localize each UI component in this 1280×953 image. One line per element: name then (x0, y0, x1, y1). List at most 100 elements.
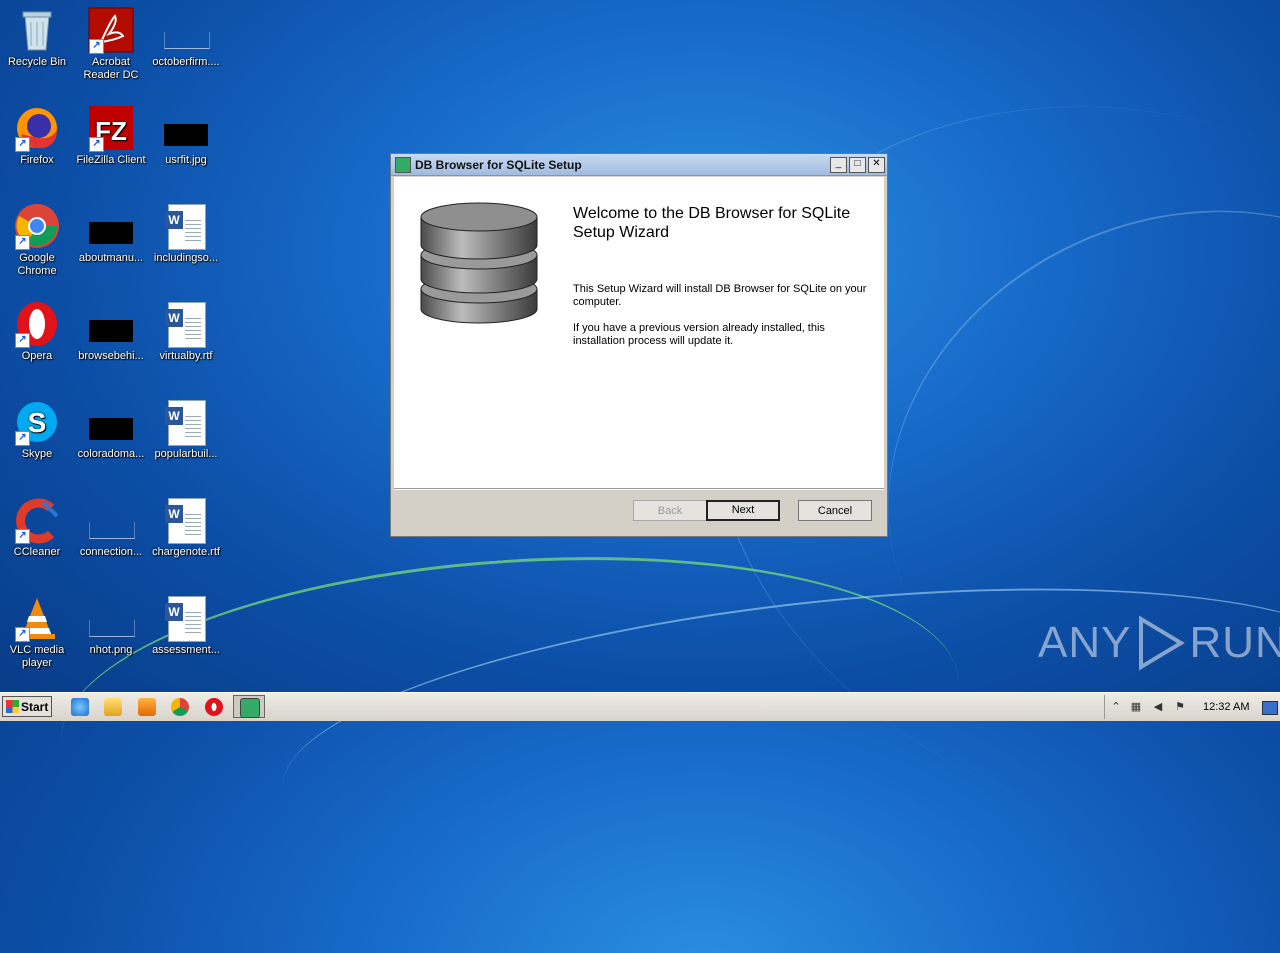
desktop-icon-skype[interactable]: S ↗ Skype (0, 398, 74, 461)
desktop-icon-file[interactable]: browsebehi... (74, 300, 148, 363)
network-icon[interactable]: ▦ (1129, 700, 1143, 714)
skype-icon: S ↗ (13, 398, 61, 446)
close-button[interactable]: ✕ (868, 156, 885, 173)
windows-logo-icon (6, 700, 19, 713)
start-label: Start (21, 700, 49, 714)
opera-taskbar-icon[interactable] (205, 698, 223, 716)
volume-icon[interactable]: ◀ (1151, 700, 1165, 714)
word-document-icon: W (162, 496, 210, 544)
minimize-button[interactable]: _ (830, 156, 847, 173)
desktop-icon-acrobat-reader[interactable]: ↗ Acrobat Reader DC (74, 6, 148, 82)
taskbar: Start ⌃ ▦ ◀ ⚑ 12:32 AM (0, 692, 1280, 721)
desktop-icon-opera[interactable]: ↗ Opera (0, 300, 74, 363)
desktop-icon-file[interactable]: connection... (74, 496, 148, 559)
filezilla-icon: FZ ↗ (87, 104, 135, 152)
desktop-icon-label: connection... (79, 546, 143, 558)
setup-dialog[interactable]: DB Browser for SQLite Setup _ □ ✕ Welcom… (390, 153, 888, 537)
shortcut-arrow-icon: ↗ (15, 431, 30, 446)
ccleaner-icon: ↗ (13, 496, 61, 544)
dialog-separator (394, 488, 884, 490)
shortcut-arrow-icon: ↗ (15, 627, 30, 642)
desktop-icon-label: usrfit.jpg (165, 154, 207, 166)
desktop-icon-ccleaner[interactable]: ↗ CCleaner (0, 496, 74, 559)
desktop-icon-label: Acrobat Reader DC (83, 56, 139, 81)
desktop-icon-label: aboutmanu... (78, 252, 144, 264)
desktop-icon-label: Opera (21, 350, 53, 362)
system-tray: ⌃ ▦ ◀ ⚑ 12:32 AM (1104, 695, 1280, 719)
desktop-icon-file[interactable]: W includingso... (149, 202, 223, 265)
desktop-icon-label: coloradoma... (77, 448, 145, 460)
desktop-icon-label: Skype (21, 448, 53, 460)
dialog-titlebar[interactable]: DB Browser for SQLite Setup _ □ ✕ (391, 154, 887, 176)
anyrun-watermark: ANY RUN (1038, 608, 1280, 678)
image-thumbnail-icon (87, 398, 135, 446)
desktop-icon-filezilla[interactable]: FZ ↗ FileZilla Client (74, 104, 148, 167)
desktop-icon-file[interactable]: aboutmanu... (74, 202, 148, 265)
desktop-icon-file[interactable]: W virtualby.rtf (149, 300, 223, 363)
desktop-icon-file[interactable]: W assessment... (149, 594, 223, 657)
internet-explorer-icon[interactable] (71, 698, 89, 716)
vlc-cone-icon: ↗ (13, 594, 61, 642)
chrome-taskbar-icon[interactable] (171, 698, 189, 716)
desktop-icon-label: popularbuil... (154, 448, 218, 460)
image-thumbnail-icon (87, 496, 135, 544)
installer-icon (240, 698, 260, 718)
desktop-icon-vlc[interactable]: ↗ VLC media player (0, 594, 74, 670)
chevron-up-icon[interactable]: ⌃ (1109, 700, 1123, 714)
image-thumbnail-icon (162, 6, 210, 54)
desktop-icon-file[interactable]: octoberfirm.... (149, 6, 223, 69)
svg-text:S: S (28, 407, 47, 438)
word-document-icon: W (162, 594, 210, 642)
desktop-icon-label: virtualby.rtf (159, 350, 213, 362)
media-player-icon[interactable] (138, 698, 156, 716)
shortcut-arrow-icon: ↗ (89, 137, 104, 152)
dialog-content: Welcome to the DB Browser for SQLite Set… (394, 177, 884, 488)
wizard-heading: Welcome to the DB Browser for SQLite Set… (573, 205, 851, 241)
wallpaper-swoosh (269, 543, 1280, 919)
acrobat-icon: ↗ (87, 6, 135, 54)
desktop-icon-label: nhot.png (89, 644, 133, 656)
next-button[interactable]: Next (706, 500, 780, 521)
setup-taskbar-button[interactable] (233, 695, 265, 718)
desktop-icon-label: chargenote.rtf (152, 546, 220, 558)
wizard-description: This Setup Wizard will install DB Browse… (573, 283, 867, 308)
play-logo-icon (1139, 615, 1186, 671)
start-button[interactable]: Start (2, 696, 52, 717)
desktop-icon-label: includingso... (153, 252, 219, 264)
dialog-title: DB Browser for SQLite Setup (415, 157, 582, 172)
flag-icon[interactable]: ⚑ (1173, 700, 1187, 714)
installer-icon (395, 156, 411, 173)
desktop-icon-file[interactable]: nhot.png (74, 594, 148, 657)
shortcut-arrow-icon: ↗ (89, 39, 104, 54)
database-icon (420, 202, 538, 324)
desktop-icon-label: Firefox (20, 154, 54, 166)
desktop-icon-label: assessment... (152, 644, 220, 656)
desktop-icon-file[interactable]: usrfit.jpg (149, 104, 223, 167)
desktop-icon-label: Recycle Bin (7, 56, 67, 68)
word-document-icon: W (162, 300, 210, 348)
back-button[interactable]: Back (633, 500, 707, 521)
image-thumbnail-icon (87, 594, 135, 642)
desktop-icon-file[interactable]: W chargenote.rtf (149, 496, 223, 559)
watermark-text: ANY (1038, 618, 1132, 667)
clock[interactable]: 12:32 AM (1203, 701, 1249, 713)
firefox-icon: ↗ (13, 104, 61, 152)
desktop-icon-file[interactable]: coloradoma... (74, 398, 148, 461)
shortcut-arrow-icon: ↗ (15, 235, 30, 250)
desktop-icon-google-chrome[interactable]: ↗ Google Chrome (0, 202, 74, 278)
explorer-folder-icon[interactable] (104, 698, 122, 716)
desktop-icon-file[interactable]: W popularbuil... (149, 398, 223, 461)
wizard-update-note: If you have a previous version already i… (573, 322, 825, 347)
desktop-icon-label: Google Chrome (17, 252, 57, 277)
image-thumbnail-icon (87, 300, 135, 348)
word-document-icon: W (162, 202, 210, 250)
cancel-button[interactable]: Cancel (798, 500, 872, 521)
show-desktop-button[interactable] (1262, 701, 1278, 715)
desktop-icon-recycle-bin[interactable]: Recycle Bin (0, 6, 74, 69)
opera-icon: ↗ (13, 300, 61, 348)
desktop-icon-firefox[interactable]: ↗ Firefox (0, 104, 74, 167)
maximize-button[interactable]: □ (849, 156, 866, 173)
desktop-icon-label: browsebehi... (78, 350, 144, 362)
shortcut-arrow-icon: ↗ (15, 333, 30, 348)
desktop-icon-label: CCleaner (13, 546, 61, 558)
